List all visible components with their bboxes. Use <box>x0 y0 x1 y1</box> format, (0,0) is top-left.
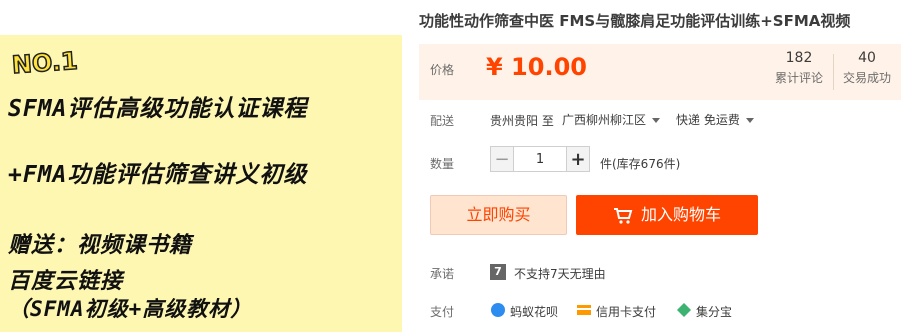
quantity-input[interactable] <box>514 146 566 172</box>
image-text-line: （SFMA初级+高级教材） <box>8 297 253 321</box>
no1-badge: NO.1 <box>10 46 79 80</box>
add-to-cart-label: 加入购物车 <box>640 205 721 224</box>
quantity-label: 数量 <box>430 157 455 171</box>
sales-stat[interactable]: 40 交易成功 <box>839 50 895 86</box>
delivery-method-value: 快递 免运费 <box>676 113 740 127</box>
image-text-line: SFMA评估高级功能认证课程 <box>8 96 308 122</box>
shipping-from: 贵州贵阳 至 <box>490 114 554 128</box>
product-title: 功能性动作筛查中医 FMS与髋膝肩足功能评估训练+SFMA视频 <box>419 12 851 30</box>
payment-method-credit-card: 信用卡支付 <box>596 305 657 319</box>
stock-text: 件(库存676件) <box>600 157 681 171</box>
credit-card-icon <box>577 305 591 315</box>
image-text-line: 赠送：视频课书籍 <box>8 233 193 258</box>
promise-label: 承诺 <box>430 267 455 281</box>
reviews-stat[interactable]: 182 累计评论 <box>769 50 829 86</box>
stat-divider <box>833 54 834 90</box>
add-to-cart-button[interactable]: 加入购物车 <box>576 195 758 235</box>
destination-value: 广西柳州柳江区 <box>562 113 647 127</box>
sales-count: 40 <box>858 50 876 66</box>
reviews-label: 累计评论 <box>774 71 823 85</box>
sales-label: 交易成功 <box>842 71 891 85</box>
payment-label: 支付 <box>430 305 455 319</box>
image-text-line: +FMA功能评估筛查讲义初级 <box>8 162 308 188</box>
price-box: 价格 ¥ 10.00 182 累计评论 40 交易成功 <box>419 44 901 100</box>
payment-method-jifenbao: 集分宝 <box>696 305 733 319</box>
price-value: ¥ 10.00 <box>486 53 587 81</box>
huabei-icon <box>491 303 505 317</box>
image-text-line: 百度云链接 <box>8 269 124 294</box>
no-return-icon: 7 <box>490 264 506 280</box>
buy-now-button[interactable]: 立即购买 <box>430 195 567 235</box>
payment-method-huabei: 蚂蚁花呗 <box>510 305 559 319</box>
chevron-down-icon <box>652 118 661 123</box>
quantity-decrease-button[interactable]: − <box>490 146 514 172</box>
product-image: NO.1 SFMA评估高级功能认证课程 +FMA功能评估筛查讲义初级 赠送：视频… <box>0 35 402 332</box>
price-label: 价格 <box>430 63 455 77</box>
jifenbao-icon <box>677 303 691 317</box>
quantity-increase-button[interactable]: + <box>566 146 590 172</box>
delivery-method-select[interactable]: 快递 免运费 <box>676 111 754 128</box>
cart-icon <box>613 207 633 224</box>
promise-text[interactable]: 不支持7天无理由 <box>514 265 606 282</box>
destination-select[interactable]: 广西柳州柳江区 <box>562 111 661 128</box>
chevron-down-icon <box>745 118 754 123</box>
reviews-count: 182 <box>785 50 813 66</box>
shipping-label: 配送 <box>430 114 455 128</box>
